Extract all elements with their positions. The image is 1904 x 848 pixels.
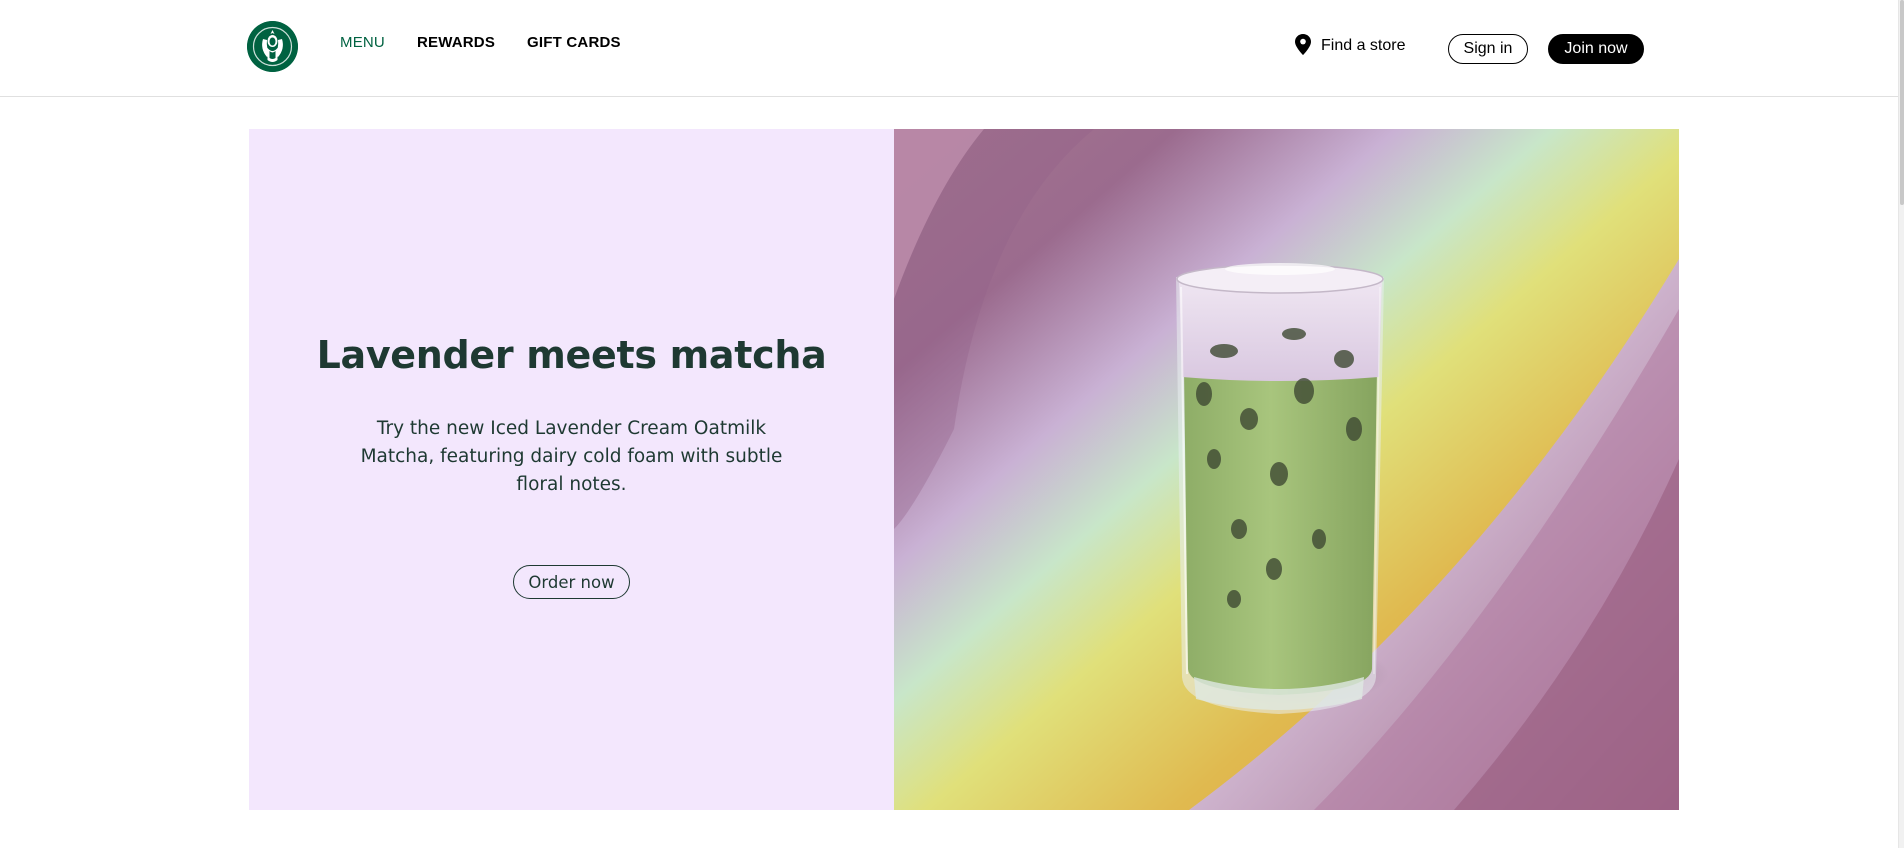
order-now-button[interactable]: Order now: [513, 565, 630, 599]
nav-item-rewards[interactable]: REWARDS: [417, 34, 495, 51]
sign-in-button[interactable]: Sign in: [1448, 34, 1528, 64]
hero-title: Lavender meets matcha: [316, 333, 827, 377]
find-a-store-link[interactable]: Find a store: [1295, 33, 1406, 55]
join-now-button[interactable]: Join now: [1548, 34, 1644, 64]
primary-nav: MENU REWARDS GIFT CARDS: [340, 34, 621, 51]
site-header: MENU REWARDS GIFT CARDS Find a store Sig…: [0, 0, 1898, 97]
page-scrollbar[interactable]: [1898, 0, 1904, 848]
find-store-label: Find a store: [1321, 37, 1406, 54]
scrollbar-thumb[interactable]: [1900, 0, 1904, 205]
hero-drink-image: [894, 129, 1679, 810]
nav-item-gift-cards[interactable]: GIFT CARDS: [527, 34, 621, 51]
hero-description: Try the new Iced Lavender Cream Oatmilk …: [360, 418, 783, 495]
hero-text-panel: Lavender meets matcha Try the new Iced L…: [249, 129, 894, 810]
nav-item-menu[interactable]: MENU: [340, 34, 385, 51]
starbucks-logo-icon[interactable]: [247, 21, 298, 72]
location-pin-icon: [1295, 33, 1311, 55]
